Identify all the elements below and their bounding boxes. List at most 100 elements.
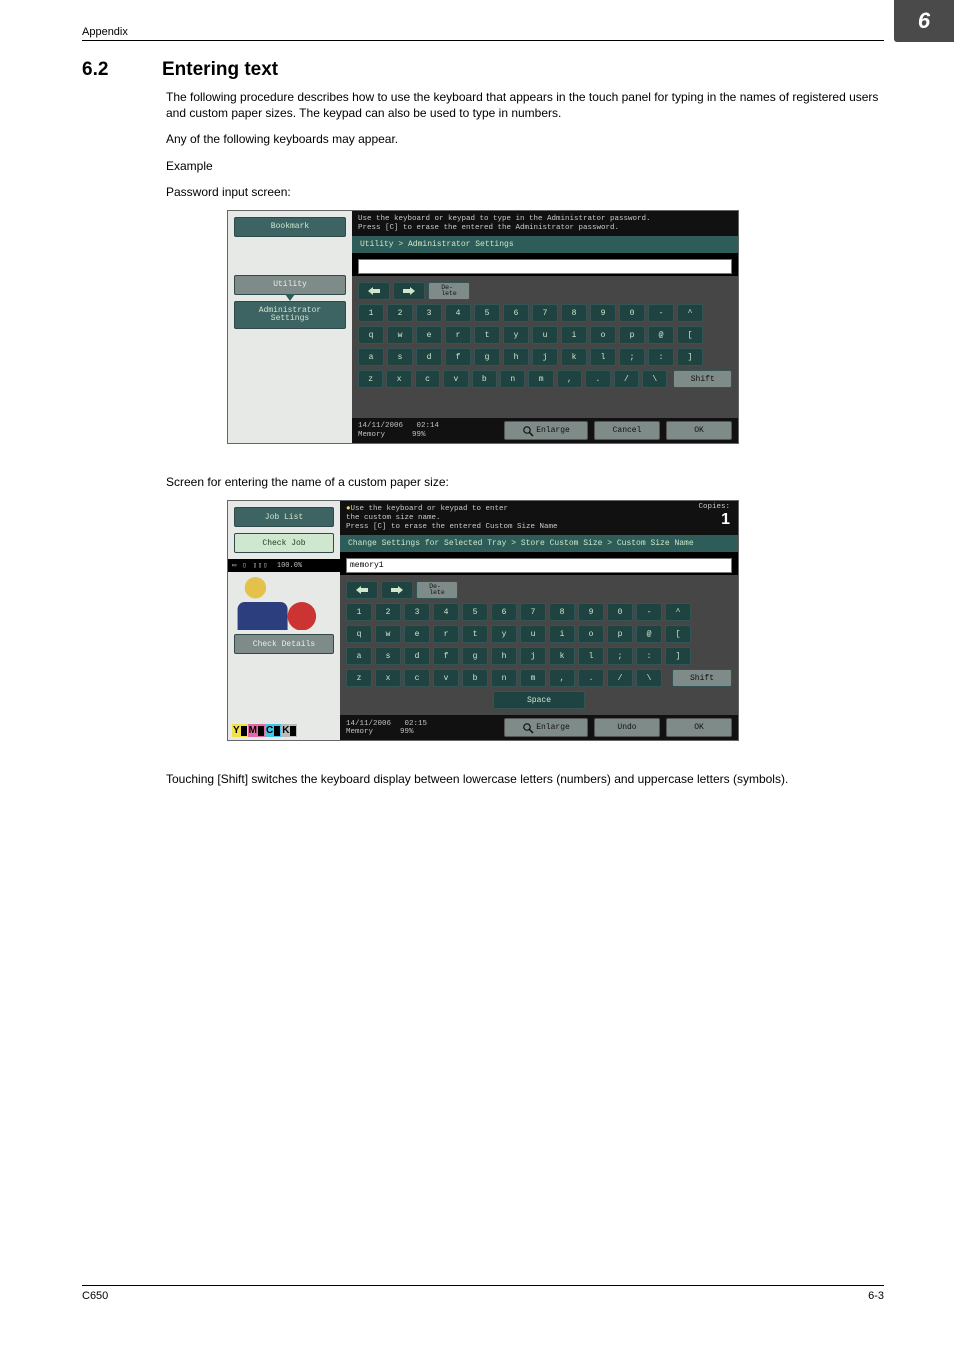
nav-job-list[interactable]: Job List <box>234 507 334 527</box>
key-\[interactable]: \ <box>636 669 662 687</box>
key-g[interactable]: g <box>462 647 488 665</box>
key-v[interactable]: v <box>443 370 468 388</box>
key-3[interactable]: 3 <box>416 304 442 322</box>
key-0[interactable]: 0 <box>619 304 645 322</box>
key-f[interactable]: f <box>445 348 471 366</box>
shift-key[interactable]: Shift <box>672 669 732 687</box>
key-.[interactable]: . <box>578 669 604 687</box>
key-,[interactable]: , <box>549 669 575 687</box>
key-n[interactable]: n <box>491 669 517 687</box>
key-^[interactable]: ^ <box>665 603 691 621</box>
key-8[interactable]: 8 <box>549 603 575 621</box>
key-j[interactable]: j <box>520 647 546 665</box>
key-d[interactable]: d <box>416 348 442 366</box>
key-o[interactable]: o <box>578 625 604 643</box>
key-a[interactable]: a <box>346 647 372 665</box>
nav-admin-settings[interactable]: Administrator Settings <box>234 301 346 329</box>
enlarge-button[interactable]: Enlarge <box>504 718 588 737</box>
key-m[interactable]: m <box>520 669 546 687</box>
cursor-right-button[interactable] <box>381 581 413 599</box>
key-^[interactable]: ^ <box>677 304 703 322</box>
key-,[interactable]: , <box>557 370 582 388</box>
key-p[interactable]: p <box>607 625 633 643</box>
cursor-left-button[interactable] <box>358 282 390 300</box>
key-y[interactable]: y <box>503 326 529 344</box>
key-m[interactable]: m <box>528 370 553 388</box>
cancel-button[interactable]: Cancel <box>594 421 660 440</box>
key-h[interactable]: h <box>491 647 517 665</box>
key-i[interactable]: i <box>561 326 587 344</box>
key-;[interactable]: ; <box>619 348 645 366</box>
check-details-button[interactable]: Check Details <box>234 634 334 654</box>
key-s[interactable]: s <box>387 348 413 366</box>
key-u[interactable]: u <box>532 326 558 344</box>
key-b[interactable]: b <box>462 669 488 687</box>
key-l[interactable]: l <box>590 348 616 366</box>
key-v[interactable]: v <box>433 669 459 687</box>
key-4[interactable]: 4 <box>433 603 459 621</box>
key-g[interactable]: g <box>474 348 500 366</box>
key-6[interactable]: 6 <box>503 304 529 322</box>
key-l[interactable]: l <box>578 647 604 665</box>
key-;[interactable]: ; <box>607 647 633 665</box>
key-z[interactable]: z <box>358 370 383 388</box>
key-/[interactable]: / <box>614 370 639 388</box>
key-j[interactable]: j <box>532 348 558 366</box>
custom-size-name-input[interactable] <box>346 558 732 573</box>
key-[[interactable]: [ <box>677 326 703 344</box>
key-e[interactable]: e <box>416 326 442 344</box>
key-c[interactable]: c <box>404 669 430 687</box>
key-\[interactable]: \ <box>642 370 667 388</box>
key-9[interactable]: 9 <box>578 603 604 621</box>
key-x[interactable]: x <box>386 370 411 388</box>
password-input[interactable] <box>358 259 732 274</box>
key--[interactable]: - <box>648 304 674 322</box>
cursor-right-button[interactable] <box>393 282 425 300</box>
key-][interactable]: ] <box>677 348 703 366</box>
key-z[interactable]: z <box>346 669 372 687</box>
key-p[interactable]: p <box>619 326 645 344</box>
key-t[interactable]: t <box>462 625 488 643</box>
key-d[interactable]: d <box>404 647 430 665</box>
nav-bookmark[interactable]: Bookmark <box>234 217 346 237</box>
key-.[interactable]: . <box>585 370 610 388</box>
nav-check-job[interactable]: Check Job <box>234 533 334 553</box>
key-/[interactable]: / <box>607 669 633 687</box>
key-h[interactable]: h <box>503 348 529 366</box>
key-:[interactable]: : <box>636 647 662 665</box>
key-n[interactable]: n <box>500 370 525 388</box>
cursor-left-button[interactable] <box>346 581 378 599</box>
key-@[interactable]: @ <box>648 326 674 344</box>
key--[interactable]: - <box>636 603 662 621</box>
space-key[interactable]: Space <box>493 691 585 709</box>
key-q[interactable]: q <box>346 625 372 643</box>
key-r[interactable]: r <box>433 625 459 643</box>
ok-button[interactable]: OK <box>666 421 732 440</box>
key-9[interactable]: 9 <box>590 304 616 322</box>
key-2[interactable]: 2 <box>375 603 401 621</box>
key-4[interactable]: 4 <box>445 304 471 322</box>
nav-utility[interactable]: Utility <box>234 275 346 295</box>
key-s[interactable]: s <box>375 647 401 665</box>
key-1[interactable]: 1 <box>358 304 384 322</box>
delete-button[interactable]: De- lete <box>428 282 470 300</box>
key-q[interactable]: q <box>358 326 384 344</box>
key-][interactable]: ] <box>665 647 691 665</box>
key-e[interactable]: e <box>404 625 430 643</box>
key-w[interactable]: w <box>375 625 401 643</box>
key-[[interactable]: [ <box>665 625 691 643</box>
key-r[interactable]: r <box>445 326 471 344</box>
key-7[interactable]: 7 <box>532 304 558 322</box>
key-u[interactable]: u <box>520 625 546 643</box>
key-0[interactable]: 0 <box>607 603 633 621</box>
key-7[interactable]: 7 <box>520 603 546 621</box>
delete-button[interactable]: De- lete <box>416 581 458 599</box>
key-y[interactable]: y <box>491 625 517 643</box>
key-:[interactable]: : <box>648 348 674 366</box>
key-x[interactable]: x <box>375 669 401 687</box>
key-5[interactable]: 5 <box>474 304 500 322</box>
undo-button[interactable]: Undo <box>594 718 660 737</box>
key-b[interactable]: b <box>472 370 497 388</box>
key-t[interactable]: t <box>474 326 500 344</box>
key-2[interactable]: 2 <box>387 304 413 322</box>
